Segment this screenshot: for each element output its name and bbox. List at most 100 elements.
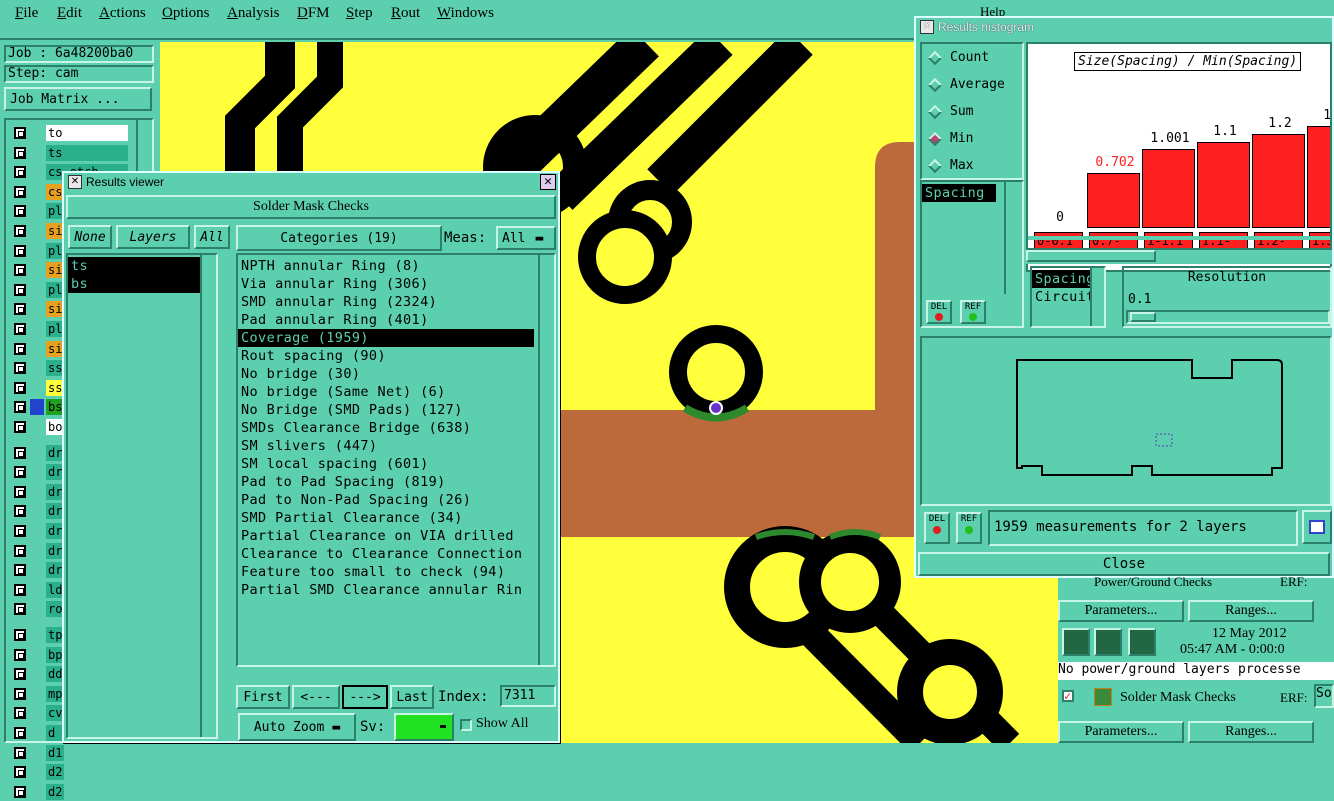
histogram-bar[interactable]	[1197, 142, 1250, 228]
category-scrollbar[interactable]	[538, 255, 554, 665]
layer-checkbox[interactable]	[14, 225, 26, 237]
layer-row[interactable]: pl	[14, 281, 64, 299]
mode-min[interactable]: Min	[927, 131, 973, 146]
menu-file[interactable]: File	[15, 5, 38, 22]
menu-dfm[interactable]: DFM	[297, 5, 330, 22]
meas-dropdown[interactable]: All ▬	[496, 226, 556, 250]
layer-list-scrollbar[interactable]	[200, 255, 216, 737]
board-preview[interactable]	[920, 336, 1332, 506]
prev-button[interactable]: <---	[292, 685, 340, 709]
layer-row[interactable]: dr	[14, 483, 64, 501]
category-item[interactable]: Partial SMD Clearance annular Rin	[238, 581, 534, 599]
layer-name[interactable]: ts	[46, 144, 128, 161]
none-button[interactable]: None	[68, 225, 112, 249]
layer-color-swatch[interactable]	[30, 725, 44, 741]
category-item[interactable]: Feature too small to check (94)	[238, 563, 534, 581]
layers-button[interactable]: Layers	[116, 225, 190, 249]
layer-name[interactable]: d2	[46, 764, 64, 781]
category-item[interactable]: Pad to Non-Pad Spacing (26)	[238, 491, 534, 509]
layer-checkbox[interactable]	[14, 323, 26, 335]
layer-checkbox[interactable]	[14, 264, 26, 277]
layer-checkbox[interactable]	[14, 629, 26, 641]
layer-checkbox[interactable]	[14, 583, 26, 596]
layer-row[interactable]: sig	[14, 261, 64, 279]
layer-color-swatch[interactable]	[30, 562, 44, 579]
menu-step[interactable]: Step	[346, 5, 373, 22]
layer-row[interactable]: ss	[14, 359, 64, 377]
layer-checkbox[interactable]	[14, 446, 26, 459]
layer-color-swatch[interactable]	[30, 744, 44, 761]
menu-options[interactable]: Options	[162, 5, 210, 22]
layer-color-swatch[interactable]	[30, 183, 44, 200]
category-item[interactable]: SMD Partial Clearance (34)	[238, 509, 534, 527]
mode-average[interactable]: Average	[927, 77, 1005, 92]
layer-row[interactable]: ld	[14, 581, 64, 599]
layer-row[interactable]: dr	[14, 522, 64, 540]
layer-checkbox[interactable]	[14, 648, 26, 661]
layer-color-swatch[interactable]	[30, 399, 44, 416]
layer-color-swatch[interactable]	[30, 340, 44, 357]
measure-scrollbar[interactable]	[1004, 182, 1020, 294]
category-item[interactable]: Pad annular Ring (401)	[238, 311, 534, 329]
category-item[interactable]: Clearance to Clearance Connection	[238, 545, 534, 563]
del-button[interactable]: DEL	[926, 300, 952, 324]
category-item[interactable]: SM local spacing (601)	[238, 455, 534, 473]
ref-button[interactable]: REF	[960, 300, 986, 324]
layer-color-swatch[interactable]	[30, 581, 44, 598]
chart-hscroll[interactable]	[1026, 248, 1332, 264]
layer-checkbox[interactable]	[14, 166, 26, 179]
layer-checkbox[interactable]	[14, 362, 26, 375]
all-button[interactable]: All	[194, 225, 230, 249]
layer-checkbox[interactable]	[14, 544, 26, 557]
layer-name[interactable]: d2	[46, 783, 64, 800]
layer-checkbox[interactable]	[14, 746, 26, 759]
layer-checkbox[interactable]	[14, 505, 26, 518]
layer-color-swatch[interactable]	[30, 666, 44, 683]
layer-color-swatch[interactable]	[30, 301, 44, 318]
layer-color-swatch[interactable]	[30, 646, 44, 663]
show-all-checkbox[interactable]	[460, 719, 472, 731]
layer-row[interactable]: pl	[14, 242, 64, 260]
layer-color-swatch[interactable]	[30, 483, 44, 500]
mode-sum[interactable]: Sum	[927, 104, 973, 119]
layer-color-swatch[interactable]	[30, 601, 44, 618]
layer-color-swatch[interactable]	[30, 705, 44, 722]
slider-handle[interactable]	[1130, 312, 1156, 322]
parameters-button[interactable]: Parameters...	[1058, 600, 1184, 622]
histogram-bar[interactable]	[1087, 173, 1140, 228]
layer-checkbox[interactable]	[14, 603, 26, 616]
layer-row[interactable]: bo	[14, 418, 64, 436]
close-button[interactable]: Close	[918, 552, 1330, 576]
layer-color-swatch[interactable]	[30, 281, 44, 298]
category-item[interactable]: Rout spacing (90)	[238, 347, 534, 365]
ranges-button[interactable]: Ranges...	[1188, 600, 1314, 622]
layer-checkbox[interactable]	[14, 466, 26, 479]
auto-zoom-button[interactable]: Auto Zoom ▬	[238, 713, 356, 741]
layer-checkbox[interactable]	[14, 421, 26, 433]
close-icon[interactable]: ✕	[540, 174, 556, 190]
layer-color-swatch[interactable]	[30, 419, 44, 435]
layer-row[interactable]: rou	[14, 600, 64, 618]
layer-color-swatch[interactable]	[30, 223, 44, 239]
layer-checkbox[interactable]	[14, 342, 26, 355]
layer-list-item[interactable]: ts	[68, 257, 208, 275]
category-item[interactable]: Partial Clearance on VIA drilled	[238, 527, 534, 545]
mode-max[interactable]: Max	[927, 158, 973, 173]
layer-row[interactable]: cv	[14, 704, 64, 722]
layer-checkbox[interactable]	[14, 525, 26, 537]
layer-list-item[interactable]: bs	[68, 275, 208, 293]
layer-color-swatch[interactable]	[30, 783, 44, 800]
category-item[interactable]: No bridge (Same Net) (6)	[238, 383, 534, 401]
layer-color-swatch[interactable]	[30, 125, 44, 141]
layer-checkbox[interactable]	[14, 707, 26, 720]
layer-color-swatch[interactable]	[30, 627, 44, 643]
histogram-bar[interactable]	[1252, 134, 1305, 228]
layer-color-swatch[interactable]	[30, 542, 44, 559]
layer-checkbox[interactable]	[14, 766, 26, 779]
last-button[interactable]: Last	[390, 685, 434, 709]
layer-row[interactable]: sig	[14, 340, 64, 358]
first-button[interactable]: First	[236, 685, 290, 709]
category-item[interactable]: SMD annular Ring (2324)	[238, 293, 534, 311]
layer-color-swatch[interactable]	[30, 203, 44, 220]
layer-row[interactable]: dr	[14, 502, 64, 520]
